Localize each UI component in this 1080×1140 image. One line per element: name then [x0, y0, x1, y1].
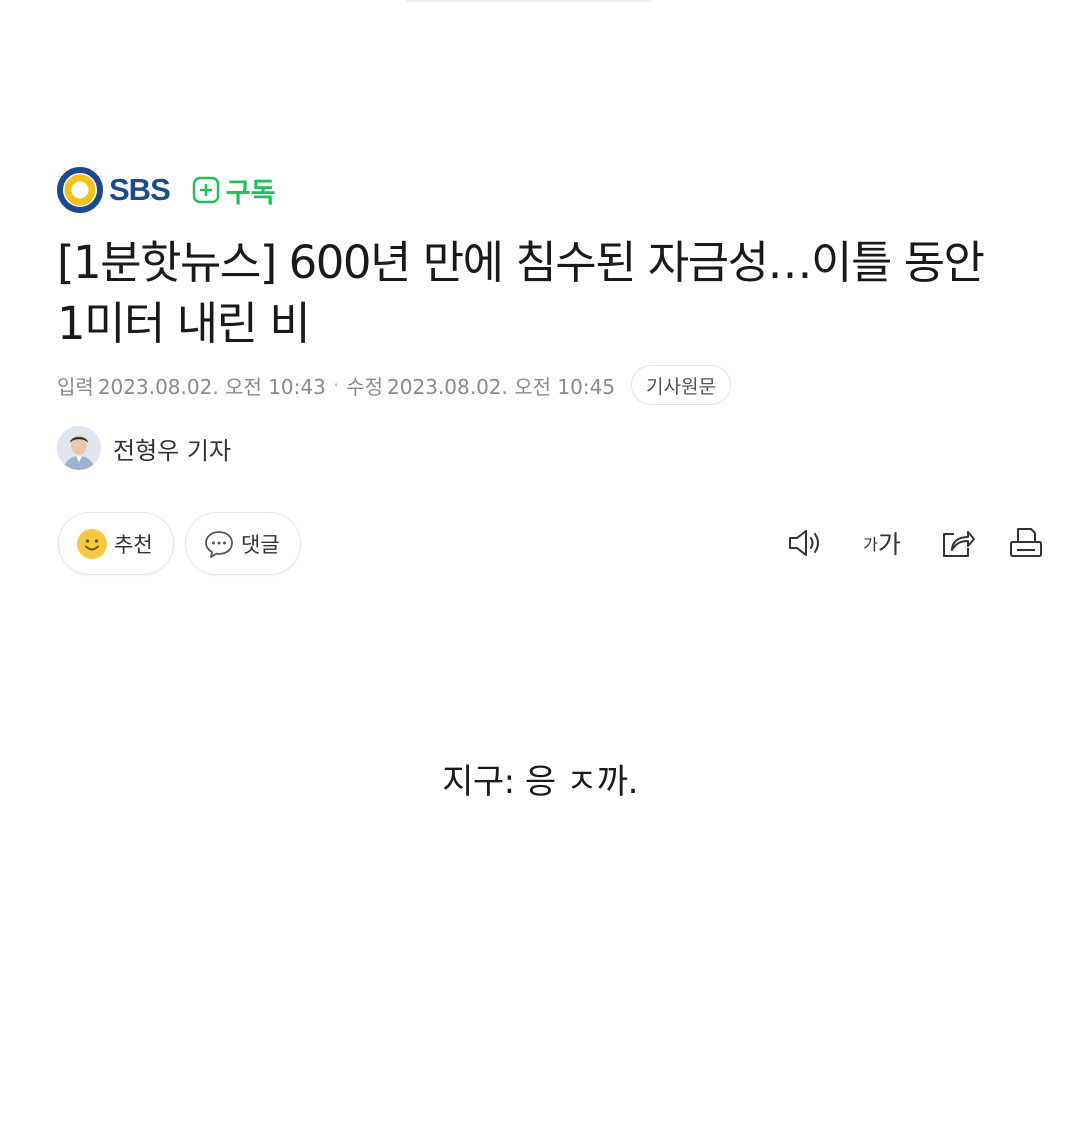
subscribe-button[interactable]: 구독 — [192, 171, 276, 210]
font-size-button[interactable]: 가 가 — [858, 523, 906, 563]
smile-icon — [77, 528, 107, 559]
speech-bubble-icon — [205, 530, 233, 558]
speaker-icon — [789, 530, 819, 556]
plus-icon — [192, 176, 219, 204]
top-handle — [405, 0, 653, 2]
font-small-glyph: 가 — [863, 535, 878, 554]
print-icon — [1010, 528, 1042, 557]
press-logo[interactable]: SBS — [57, 167, 171, 213]
audio-button[interactable] — [786, 523, 826, 563]
modified-label: 수정 — [346, 374, 384, 399]
recommend-label: 추천 — [114, 532, 153, 557]
share-button[interactable] — [938, 523, 978, 563]
comment-button[interactable]: 댓글 — [185, 512, 301, 575]
press-name: SBS — [109, 172, 171, 207]
input-datetime: 2023.08.02. 오전 10:43 — [97, 374, 326, 399]
input-label: 입력 — [57, 374, 94, 399]
share-icon — [943, 531, 975, 557]
comment-label: 댓글 — [241, 532, 280, 557]
caption-text: 지구: 응 ㅈ까. — [442, 762, 638, 802]
font-large-glyph: 가 — [877, 530, 901, 559]
article-meta: 입력 2023.08.02. 오전 10:43 · 수정 2023.08.02.… — [57, 364, 731, 406]
recommend-button[interactable]: 추천 — [58, 512, 174, 575]
subscribe-label: 구독 — [225, 177, 276, 209]
reporter-avatar — [57, 426, 101, 470]
article-title: [1분핫뉴스] 600년 만에 침수된 자금성…이틀 동안 1미터 내린 비 — [57, 236, 985, 350]
press-header: SBS 구독 — [57, 166, 275, 214]
reporter-info[interactable]: 전형우 기자 — [57, 426, 231, 470]
modified-datetime: 2023.08.02. 오전 10:45 — [387, 374, 616, 399]
sbs-ring-icon — [57, 167, 103, 213]
reporter-name: 전형우 기자 — [113, 436, 232, 465]
original-article-button[interactable]: 기사원문 — [631, 365, 731, 405]
print-button[interactable] — [1006, 523, 1046, 563]
meta-separator: · — [332, 373, 340, 397]
person-icon — [57, 426, 101, 470]
